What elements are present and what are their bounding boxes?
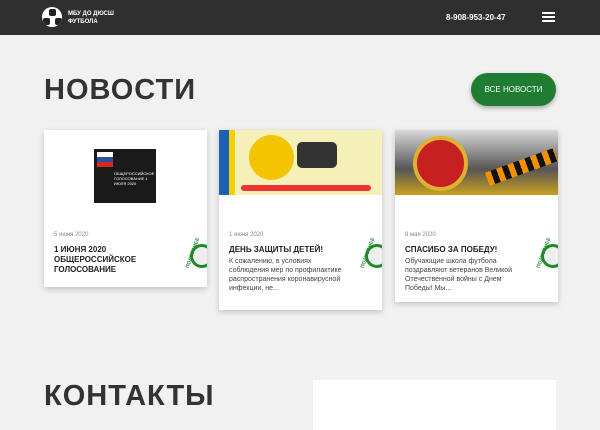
news-title[interactable]: 1 ИЮНЯ 2020 ОБЩЕРОССИЙСКОЕ ГОЛОСОВАНИЕ [54, 245, 177, 275]
news-title[interactable]: ДЕНЬ ЗАЩИТЫ ДЕТЕЙ! [229, 245, 352, 255]
org-name[interactable]: МБУ ДО ДЮСШ ФУТБОЛА [68, 10, 114, 26]
all-news-button[interactable]: ВСЕ НОВОСТИ [471, 73, 556, 106]
contacts-panel [313, 380, 556, 430]
news-image: ОБЩЕРОССИЙСКОЕ ГОЛОСОВАНИЕ 1 ИЮЛЯ 2020 [94, 149, 156, 203]
news-title[interactable]: СПАСИБО ЗА ПОБЕДУ! [405, 245, 528, 255]
news-card[interactable]: 1 июня 2020 ДЕНЬ ЗАЩИТЫ ДЕТЕЙ! К сожален… [219, 130, 382, 310]
more-button[interactable]: ПОДРОБНЕЕ [532, 236, 558, 280]
news-excerpt: Обучающие школа футбола поздравляют вете… [405, 258, 513, 292]
news-image [395, 130, 558, 195]
phone-link[interactable]: 8-908-953-20-47 [446, 13, 506, 22]
news-heading: НОВОСТИ [44, 74, 197, 106]
contacts-heading: КОНТАКТЫ [44, 380, 215, 412]
org-line2: ФУТБОЛА [68, 19, 98, 25]
menu-icon[interactable] [542, 12, 555, 22]
news-card[interactable]: ОБЩЕРОССИЙСКОЕ ГОЛОСОВАНИЕ 1 ИЮЛЯ 2020 5… [44, 130, 207, 287]
news-card[interactable]: 8 мая 2020 СПАСИБО ЗА ПОБЕДУ! Обучающие … [395, 130, 558, 302]
more-button[interactable]: ПОДРОБНЕЕ [356, 236, 382, 280]
org-line1: МБУ ДО ДЮСШ [68, 11, 114, 17]
news-excerpt: К сожалению, в условиях соблюдения мер п… [229, 258, 342, 292]
football-logo-icon[interactable] [42, 7, 62, 27]
more-button[interactable]: ПОДРОБНЕЕ [181, 236, 207, 280]
image-caption: ОБЩЕРОССИЙСКОЕ ГОЛОСОВАНИЕ 1 ИЮЛЯ 2020 [114, 171, 155, 186]
top-header: МБУ ДО ДЮСШ ФУТБОЛА 8-908-953-20-47 [0, 0, 600, 35]
news-image [219, 130, 382, 195]
